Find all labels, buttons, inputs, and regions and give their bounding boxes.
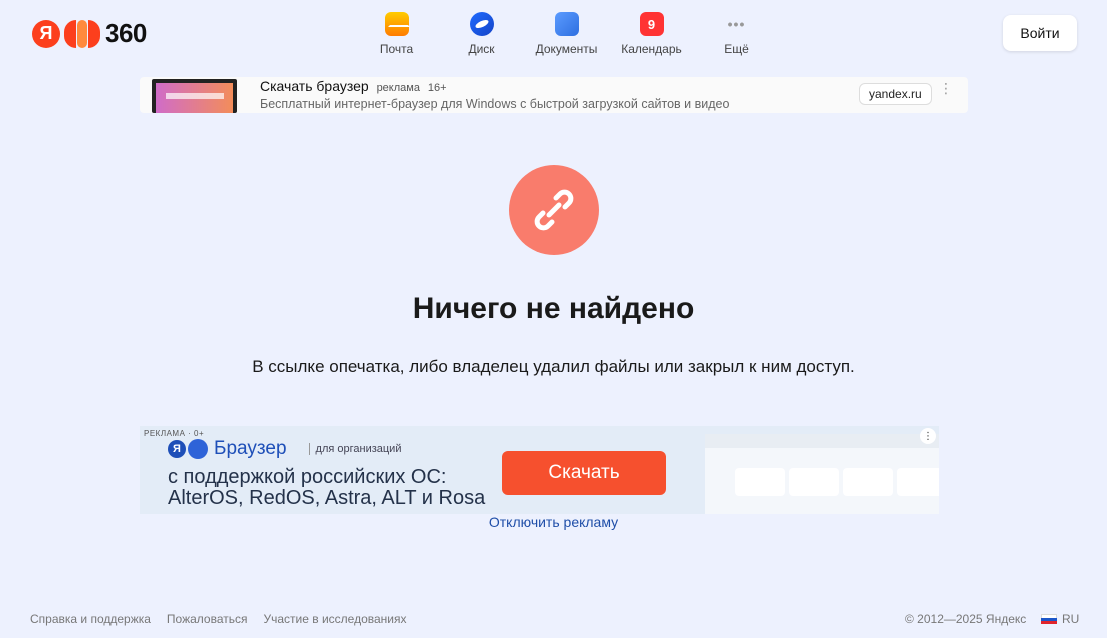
banner-logo: Я Браузер для организаций	[168, 438, 401, 460]
services-nav: Почта Диск Документы 9 Календарь ••• Ещё	[354, 12, 779, 56]
nav-item-more[interactable]: ••• Ещё	[694, 12, 779, 56]
logo-circles-icon	[64, 19, 101, 48]
download-button[interactable]: Скачать	[502, 451, 666, 495]
calendar-icon: 9	[639, 12, 664, 36]
nav-item-docs[interactable]: Документы	[524, 12, 609, 56]
broken-link-icon	[509, 165, 599, 255]
docs-icon	[554, 12, 579, 36]
mail-icon	[384, 12, 410, 36]
copyright: © 2012—2025 Яндекс	[905, 612, 1027, 626]
browser-mockup-image	[705, 434, 939, 514]
footer-link-research[interactable]: Участие в исследованиях	[264, 612, 407, 626]
banner-brand: Браузер	[214, 438, 287, 459]
nav-item-mail[interactable]: Почта	[354, 12, 439, 56]
logo-number: 360	[105, 18, 147, 48]
nav-item-label: Почта	[379, 42, 414, 56]
nav-item-label: Календарь	[621, 42, 682, 56]
language-switcher[interactable]: RU	[1041, 612, 1079, 626]
language-code: RU	[1062, 612, 1080, 626]
ad-thumbnail	[152, 79, 237, 113]
ad-tag: реклама	[376, 82, 420, 94]
more-icon: •••	[727, 16, 746, 32]
russia-flag-icon	[1041, 613, 1057, 625]
top-ad-banner[interactable]: Скачать браузер реклама 16+ Бесплатный и…	[140, 77, 968, 113]
nav-item-label: Документы	[535, 42, 598, 56]
browser-logo-icon	[188, 439, 208, 459]
banner-line-1: с поддержкой российских ОС:	[168, 466, 447, 488]
page-title: Ничего не найдено	[412, 292, 695, 325]
yandex-360-logo[interactable]: Я 360	[32, 18, 147, 49]
browser-ad-banner[interactable]: РЕКЛАМА · 0+ Я Браузер для организаций с…	[140, 426, 939, 514]
footer-link-report[interactable]: Пожаловаться	[167, 612, 248, 626]
nav-item-calendar[interactable]: 9 Календарь	[609, 12, 694, 56]
nav-item-label: Ещё	[724, 42, 749, 56]
ad-subtitle: Бесплатный интернет-браузер для Windows …	[260, 97, 730, 111]
nav-item-disk[interactable]: Диск	[439, 12, 524, 56]
yandex-logo-icon: Я	[168, 440, 186, 458]
banner-ad-tag: РЕКЛАМА · 0+	[144, 429, 205, 438]
login-button[interactable]: Войти	[1003, 15, 1077, 51]
banner-org: для организаций	[308, 443, 401, 455]
ad-title: Скачать браузер реклама 16+	[260, 78, 447, 94]
footer-link-help[interactable]: Справка и поддержка	[30, 612, 151, 626]
nav-item-label: Диск	[468, 42, 495, 56]
yandex-logo-icon: Я	[32, 19, 60, 48]
banner-line-2: AlterOS, RedOS, Astra, ALT и Rosa	[168, 487, 486, 509]
disk-icon	[469, 12, 494, 36]
ad-domain-button[interactable]: yandex.ru	[859, 83, 932, 105]
ad-title-text: Скачать браузер	[260, 78, 369, 94]
banner-menu-icon[interactable]: ⋮	[920, 428, 936, 444]
ad-menu-icon[interactable]: ⋮	[939, 81, 953, 95]
ad-age: 16+	[427, 82, 447, 94]
footer-links: Справка и поддержка Пожаловаться Участие…	[30, 612, 423, 626]
page-description: В ссылке опечатка, либо владелец удалил …	[252, 357, 855, 376]
disable-ads-link[interactable]: Отключить рекламу	[0, 514, 1107, 530]
